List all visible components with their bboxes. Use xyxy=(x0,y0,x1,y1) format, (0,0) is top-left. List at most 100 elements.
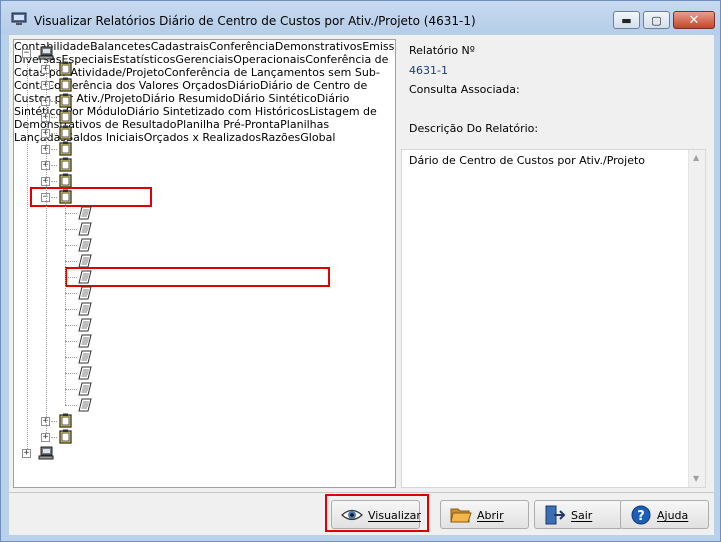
tree-connector xyxy=(46,57,47,433)
computer-icon xyxy=(38,446,54,460)
close-button[interactable]: ✕ xyxy=(673,11,715,29)
report-tree[interactable]: −Contabilidade+Balancetes+Cadastrais+Con… xyxy=(13,39,396,488)
maximize-icon: ▢ xyxy=(651,13,662,27)
tree-folder-item: Balancetes xyxy=(90,40,151,53)
tree-connector xyxy=(51,101,57,102)
tree-connector xyxy=(65,293,77,294)
exit-door-icon xyxy=(545,505,566,525)
minimize-button[interactable]: ▬ xyxy=(613,11,640,29)
tree-connector xyxy=(65,373,77,374)
description-label: Descrição Do Relatório: xyxy=(409,122,539,135)
tree-connector xyxy=(51,85,57,86)
tree-folder-item: Razões xyxy=(261,131,301,144)
folder-icon xyxy=(59,61,72,76)
tree-report-item: Diário Sintético xyxy=(232,92,317,105)
folder-icon xyxy=(59,141,72,156)
maximize-button[interactable]: ▢ xyxy=(643,11,670,29)
tree-folder-item: Orçados x Realizados xyxy=(143,131,262,144)
tree-connector xyxy=(51,181,57,182)
description-text: Dário de Centro de Custos por Ativ./Proj… xyxy=(409,154,646,167)
report-icon xyxy=(78,222,92,236)
tree-report-item: Diário Resumido xyxy=(142,92,233,105)
report-icon xyxy=(78,286,92,300)
tree-connector xyxy=(65,309,77,310)
tree-expander-folder[interactable]: + xyxy=(41,433,50,442)
tree-report-item: Conferência dos Valores Orçados xyxy=(46,79,228,92)
associated-query-label: Consulta Associada: xyxy=(409,83,520,96)
tree-folder-item: Conferência xyxy=(209,40,275,53)
tree-connector xyxy=(51,133,57,134)
help-icon: ? xyxy=(631,505,651,525)
report-viewer-window: Visualizar Relatórios Diário de Centro d… xyxy=(0,0,721,542)
folder-icon xyxy=(59,173,72,188)
tree-connector xyxy=(65,341,77,342)
dialog-client: −Contabilidade+Balancetes+Cadastrais+Con… xyxy=(9,35,714,535)
description-textbox[interactable]: Dário de Centro de Custos por Ativ./Proj… xyxy=(401,149,706,488)
report-info-panel: Relatório Nº 4631-1 Consulta Associada: … xyxy=(401,39,709,488)
scroll-down-icon[interactable]: ▼ xyxy=(693,474,699,483)
minimize-icon: ▬ xyxy=(621,13,632,27)
tree-connector xyxy=(51,165,57,166)
tree-connector xyxy=(65,389,77,390)
tree-folder-item: Estatísticos xyxy=(112,53,176,66)
folder-icon xyxy=(59,125,72,140)
tree-connector xyxy=(51,437,57,438)
description-scrollbar[interactable]: ▲ ▼ xyxy=(688,150,705,487)
report-icon xyxy=(78,318,92,332)
highlight-box-selected-report xyxy=(65,267,330,287)
tree-folder-item: Gerenciais xyxy=(175,53,234,66)
window-title: Visualizar Relatórios Diário de Centro d… xyxy=(34,14,476,28)
open-folder-icon xyxy=(450,508,472,523)
tree-expander-contabilidade[interactable]: − xyxy=(22,49,31,58)
help-button[interactable]: ? Ajuda xyxy=(620,500,709,529)
tree-connector xyxy=(65,245,77,246)
report-icon xyxy=(78,238,92,252)
tree-connector xyxy=(65,229,77,230)
report-icon xyxy=(78,366,92,380)
tree-folder-item: Demonstrativos xyxy=(274,40,363,53)
title-bar[interactable]: Visualizar Relatórios Diário de Centro d… xyxy=(1,1,720,35)
tree-folder-item: Cadastrais xyxy=(150,40,209,53)
close-icon: ✕ xyxy=(688,12,700,28)
tree-report-item: Diário Sintetizado com Históricos xyxy=(126,105,310,118)
report-icon xyxy=(78,334,92,348)
highlight-box-operacionais xyxy=(30,187,152,207)
report-icon xyxy=(78,302,92,316)
tree-connector xyxy=(65,213,77,214)
folder-icon xyxy=(59,413,72,428)
button-bar-separator xyxy=(9,492,714,493)
tree-connector xyxy=(65,261,77,262)
folder-icon xyxy=(59,77,72,92)
report-number-value: 4631-1 xyxy=(409,64,448,77)
exit-button[interactable]: Sair xyxy=(534,500,623,529)
folder-icon xyxy=(59,429,72,444)
report-number-label: Relatório Nº xyxy=(409,44,475,57)
tree-connector xyxy=(65,325,77,326)
exit-button-label: Sair xyxy=(571,509,593,522)
report-icon xyxy=(78,350,92,364)
svg-text:?: ? xyxy=(637,509,645,524)
tree-connector xyxy=(65,201,66,405)
highlight-box-view-button xyxy=(325,494,429,532)
scroll-up-icon[interactable]: ▲ xyxy=(693,153,699,162)
folder-icon xyxy=(59,93,72,108)
tree-connector xyxy=(51,421,57,422)
tree-root-global: Global xyxy=(300,131,336,144)
tree-report-item: Diário xyxy=(227,79,260,92)
open-button[interactable]: Abrir xyxy=(440,500,529,529)
tree-connector xyxy=(65,405,77,406)
folder-icon xyxy=(59,109,72,124)
tree-connector xyxy=(51,69,57,70)
tree-expander-global[interactable]: + xyxy=(22,449,31,458)
window-app-icon xyxy=(11,12,27,25)
report-icon xyxy=(78,382,92,396)
tree-connector xyxy=(27,58,28,449)
report-icon xyxy=(78,206,92,220)
tree-report-item: Saldos Iniciais xyxy=(66,131,144,144)
tree-report-item: Planilha Pré-Pronta xyxy=(176,118,281,131)
report-icon xyxy=(78,254,92,268)
open-button-label: Abrir xyxy=(477,509,504,522)
report-icon xyxy=(78,398,92,412)
tree-connector xyxy=(65,357,77,358)
help-button-label: Ajuda xyxy=(657,509,689,522)
